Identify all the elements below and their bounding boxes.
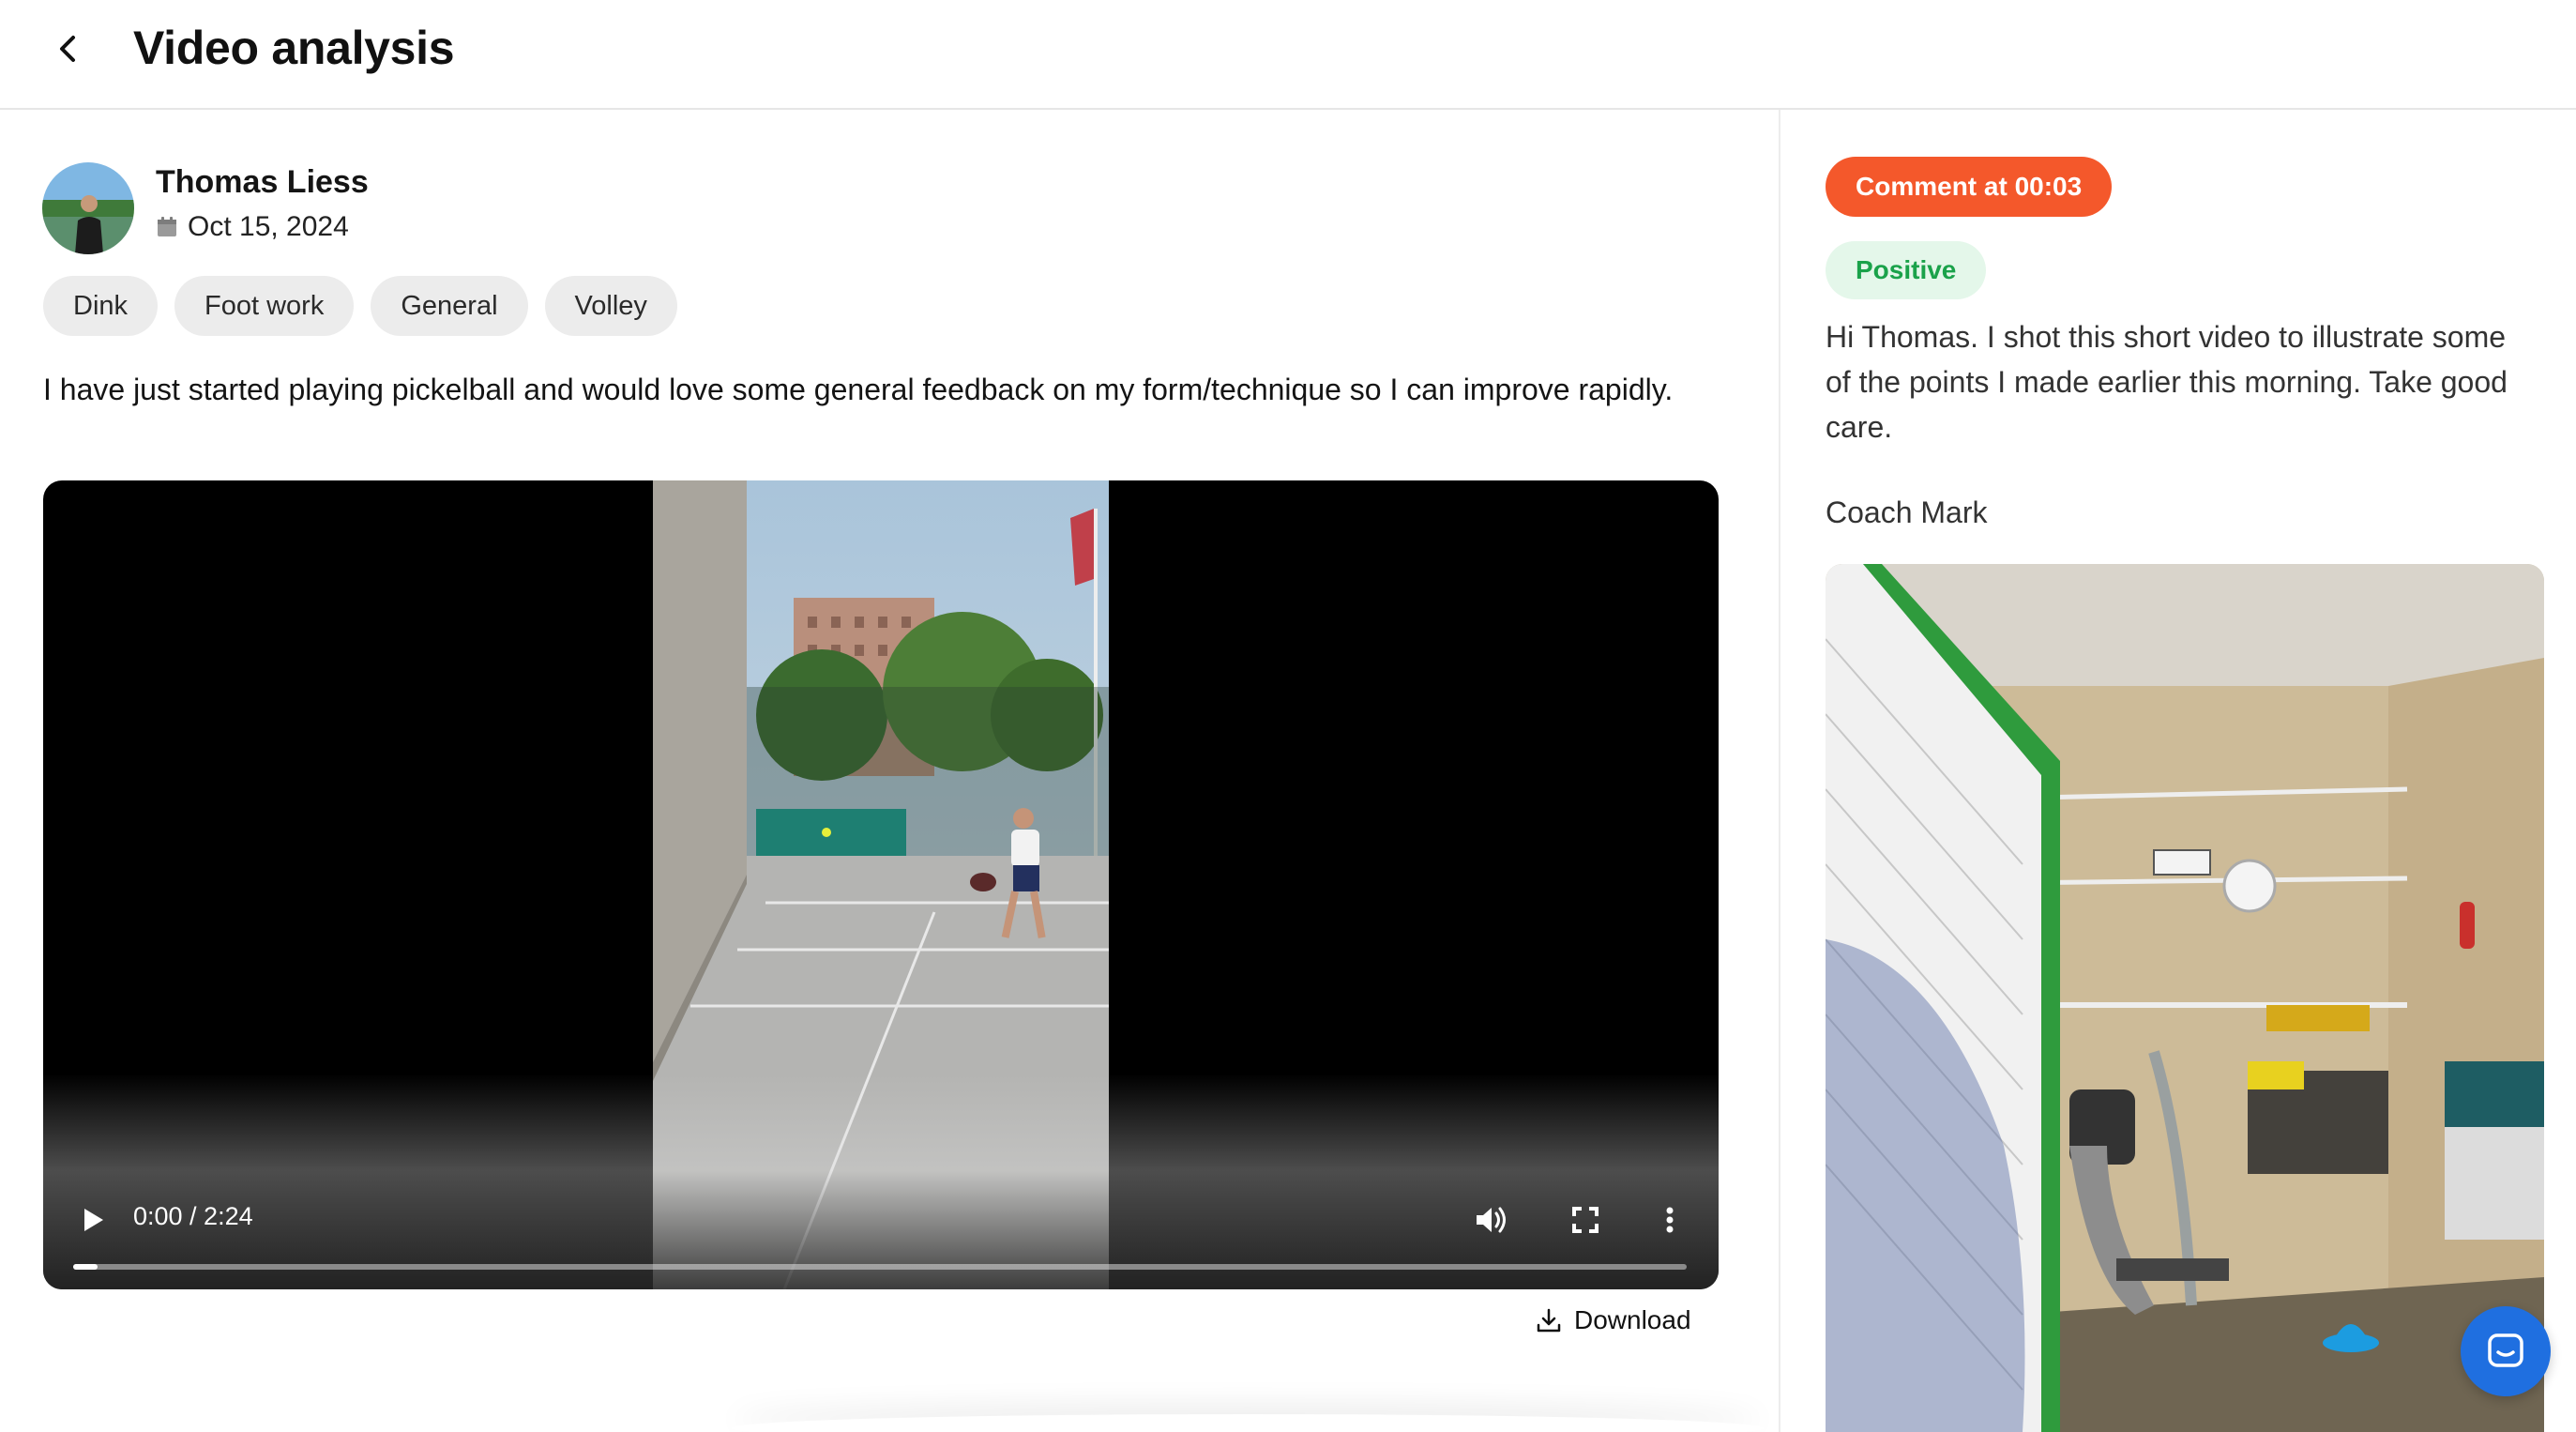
date-text: Oct 15, 2024 xyxy=(188,211,349,242)
tag-dink[interactable]: Dink xyxy=(43,276,159,336)
volume-button[interactable] xyxy=(1471,1199,1512,1241)
bottom-shadow xyxy=(732,1414,1764,1432)
fullscreen-button[interactable] xyxy=(1567,1201,1604,1239)
controls-gradient xyxy=(43,1074,1719,1289)
comment-timestamp-badge[interactable]: Comment at 00:03 xyxy=(1826,157,2113,217)
progress-fill xyxy=(73,1264,98,1270)
comment-text: Hi Thomas. I shot this short video to il… xyxy=(1826,320,2508,444)
author-name: Thomas Liess xyxy=(156,164,369,200)
more-vertical-icon xyxy=(1666,1207,1674,1233)
time-display: 0:00 / 2:24 xyxy=(133,1202,253,1230)
play-button[interactable] xyxy=(73,1201,111,1239)
page-title: Video analysis xyxy=(133,22,455,74)
main-content: Thomas Liess Oct 15, 2024 Dink Foot work… xyxy=(0,110,1779,1432)
more-options-button[interactable] xyxy=(1659,1201,1681,1239)
video-player[interactable]: 0:00 / 2:24 xyxy=(43,480,1719,1289)
chat-icon xyxy=(2488,1333,2523,1367)
download-label: Download xyxy=(1574,1305,1691,1334)
tag-list: Dink Foot work General Volley xyxy=(43,276,677,336)
page-header: Video analysis xyxy=(0,0,2576,110)
comment-author: Coach Mark xyxy=(1826,495,1988,529)
volume-icon xyxy=(1477,1207,1506,1233)
calendar-icon xyxy=(158,217,176,236)
tag-general[interactable]: General xyxy=(371,276,528,336)
chat-button[interactable] xyxy=(2461,1306,2551,1396)
back-button[interactable] xyxy=(49,30,86,68)
post-description: I have just started playing pickelball a… xyxy=(43,373,1674,406)
tag-foot-work[interactable]: Foot work xyxy=(174,276,355,336)
tag-volley[interactable]: Volley xyxy=(544,276,677,336)
progress-bar[interactable] xyxy=(73,1264,1687,1270)
post-date: Oct 15, 2024 xyxy=(156,211,349,243)
sentiment-badge: Positive xyxy=(1826,241,1987,299)
fullscreen-icon xyxy=(1572,1207,1599,1233)
avatar xyxy=(42,162,134,254)
download-button[interactable]: Download xyxy=(1535,1305,1691,1335)
chevron-left-icon xyxy=(60,36,75,62)
play-icon xyxy=(84,1209,103,1231)
coach-video[interactable] xyxy=(1826,564,2544,1432)
comment-panel: Comment at 00:03 Positive Hi Thomas. I s… xyxy=(1780,110,2576,1432)
download-icon xyxy=(1537,1308,1561,1333)
